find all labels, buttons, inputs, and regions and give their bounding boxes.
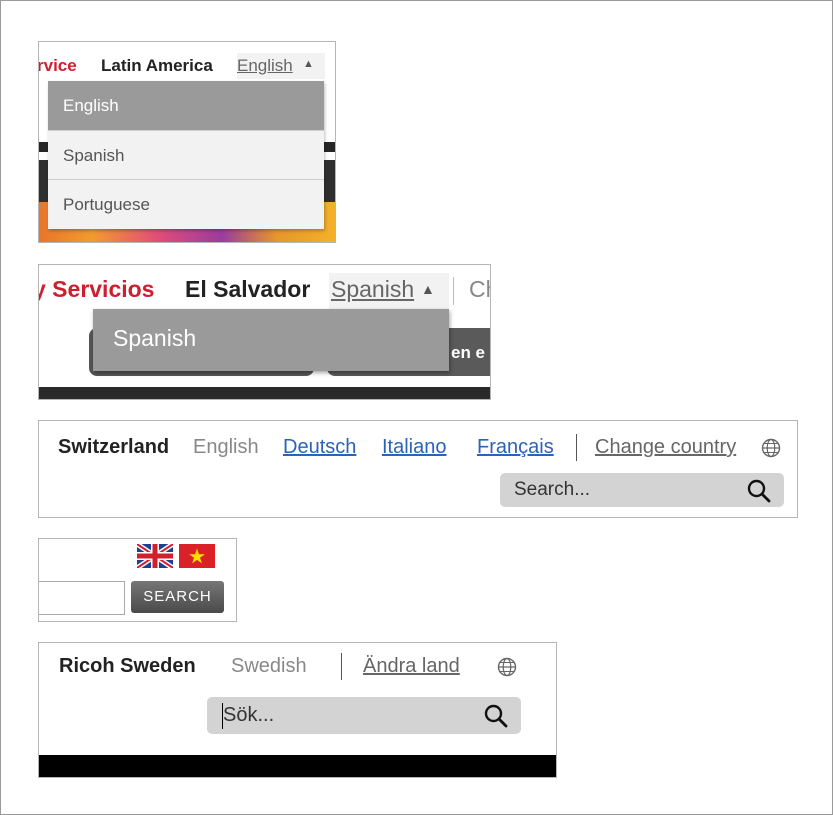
el-salvador-header: y Servicios El Salvador Spanish ▲ Ch en … [38,264,491,400]
switzerland-header: Switzerland English Deutsch Italiano Fra… [38,420,798,518]
search-input[interactable] [39,581,125,615]
language-selector-label: English [237,56,293,75]
caret-up-icon: ▲ [303,58,314,70]
separator [453,277,454,305]
country-name: Ricoh Sweden [59,655,196,677]
brand-text: rvice [38,56,77,75]
change-country-link[interactable]: Ändra land [363,655,460,678]
search-input[interactable]: Search... [500,473,784,507]
search-icon[interactable] [483,703,509,729]
search-icon[interactable] [746,478,772,504]
language-option-english[interactable]: English [48,81,324,130]
change-country-link[interactable]: Change country [595,436,736,459]
nav-bar [39,755,556,777]
separator [576,434,577,461]
vietnam-flag-icon[interactable] [179,544,215,568]
separator [341,653,342,680]
language-link-deutsch[interactable]: Deutsch [283,436,356,459]
globe-icon [497,657,517,677]
search-placeholder: Sök... [223,704,275,726]
brand-text: y Servicios [38,276,155,302]
header-button-label: en e [451,343,486,362]
language-dropdown-menu: Spanish [93,309,449,371]
language-link-italiano[interactable]: Italiano [382,436,447,459]
latin-america-header: rvice Latin America English ▲ English Sp… [38,41,336,243]
language-selector[interactable]: English ▲ [237,53,325,79]
caret-up-icon: ▲ [421,281,435,297]
globe-icon [761,438,781,458]
language-link-francais[interactable]: Français [477,436,554,459]
uk-flag-icon[interactable] [137,544,173,568]
language-selector-label: Spanish [331,276,415,302]
language-option-spanish[interactable]: Spanish [113,325,196,352]
region-name: Latin America [101,56,213,75]
language-option-spanish[interactable]: Spanish [48,131,324,180]
current-language: English [193,436,259,458]
search-button[interactable]: SEARCH [131,581,224,613]
language-option-portuguese[interactable]: Portuguese [48,180,324,229]
language-dropdown-menu: English Spanish Portuguese [48,81,324,229]
flag-language-header: SEARCH [38,538,237,622]
search-placeholder: Search... [514,479,591,500]
nav-bar [39,387,490,399]
current-language: Swedish [231,655,307,677]
language-selector[interactable]: Spanish ▲ [329,273,449,309]
change-country-link[interactable]: Ch [469,276,490,303]
sweden-header: Ricoh Sweden Swedish Ändra land Sök... [38,642,557,778]
search-input[interactable]: Sök... [207,697,521,734]
region-name: El Salvador [185,276,311,302]
country-name: Switzerland [58,436,170,458]
